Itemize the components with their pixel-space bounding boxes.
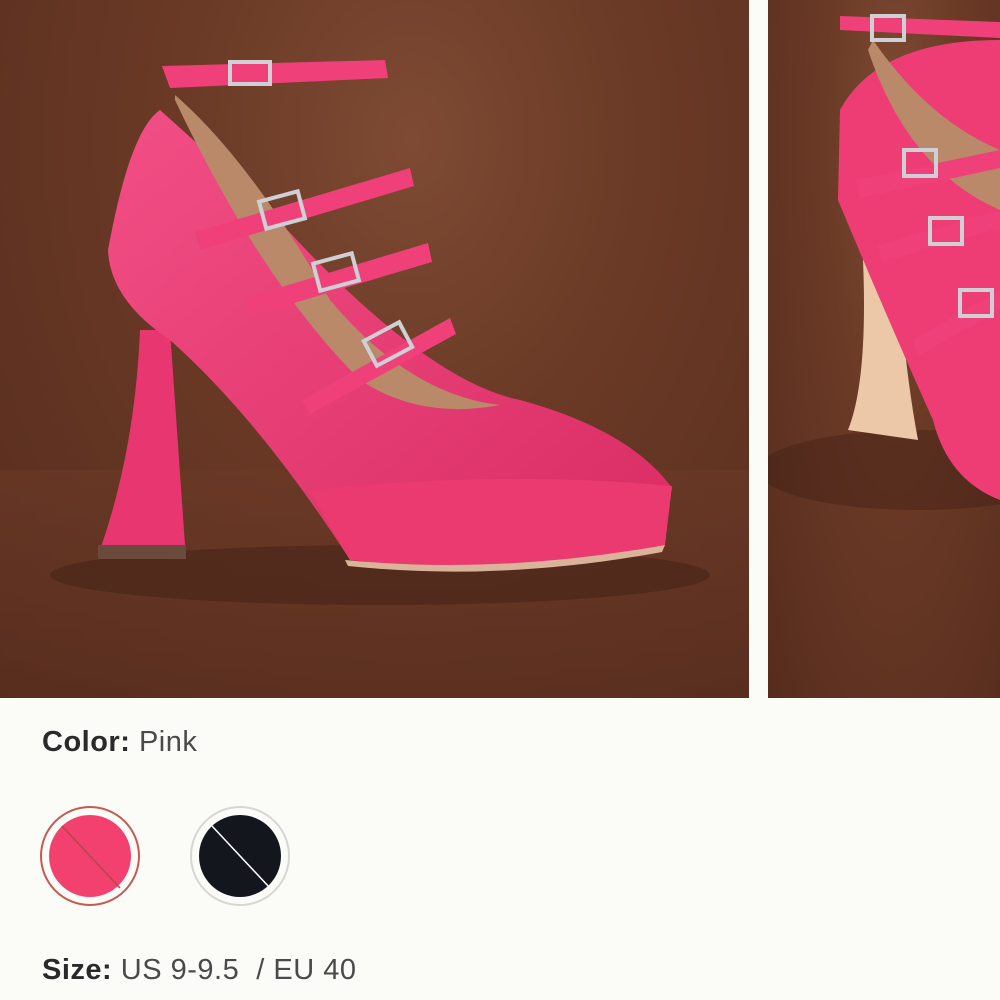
size-value: US 9-9.5 / EU 40: [120, 954, 357, 986]
unavailable-slash-icon: [211, 825, 271, 889]
color-swatch-black[interactable]: [190, 806, 290, 906]
pink-heel-shoe-illustration: [0, 60, 749, 698]
product-image-gallery[interactable]: [0, 0, 1000, 698]
color-selection-label: Color: Pink: [42, 726, 197, 759]
size-label: Size:: [42, 954, 113, 986]
color-value: Pink: [138, 726, 198, 758]
size-selection-label: Size: US 9-9.5 / EU 40: [42, 954, 357, 987]
pink-heel-side-illustration: [768, 14, 1000, 510]
unavailable-slash-icon: [61, 825, 121, 889]
product-image-next[interactable]: [768, 0, 1000, 698]
color-label: Color:: [42, 726, 131, 758]
product-image-main[interactable]: [0, 0, 749, 698]
color-swatch-pink[interactable]: [40, 806, 140, 906]
